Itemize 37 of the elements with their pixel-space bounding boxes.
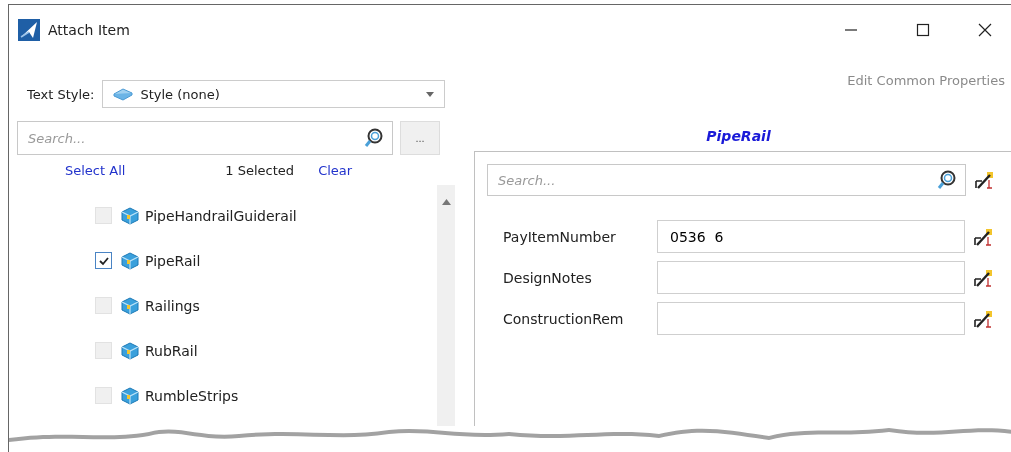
close-icon[interactable]	[978, 23, 992, 37]
cube-icon	[121, 251, 139, 270]
select-all-link[interactable]: Select All	[65, 162, 126, 178]
search-field[interactable]: Search...	[17, 121, 393, 155]
item-label[interactable]: Railings	[145, 297, 200, 314]
item-label[interactable]: PipeHandrailGuiderail	[145, 207, 297, 224]
cube-icon	[121, 386, 139, 405]
cube-icon	[121, 296, 139, 315]
search-field[interactable]: Search...	[487, 164, 966, 196]
scrollbar[interactable]	[437, 185, 455, 426]
field-label: ConstructionRem	[503, 310, 625, 327]
cube-icon	[121, 341, 139, 360]
selected-count: 1 Selected	[225, 162, 295, 178]
input-field[interactable]: 0536 6	[657, 220, 965, 253]
item-label[interactable]: RumbleStrips	[145, 387, 239, 404]
item-label[interactable]: PipeRail	[145, 252, 201, 269]
caret-icon	[426, 91, 435, 97]
pencil-icon[interactable]	[974, 171, 994, 189]
pencil-icon[interactable]	[973, 309, 993, 328]
scroll-up-arrow-icon[interactable]	[441, 199, 451, 205]
more-button[interactable]: ...	[400, 121, 440, 155]
style-icon	[113, 87, 134, 101]
input-field[interactable]	[657, 261, 965, 294]
cube-icon	[121, 206, 139, 225]
input-field[interactable]	[657, 302, 965, 335]
pencil-icon[interactable]	[973, 268, 993, 287]
clear-link[interactable]: Clear	[318, 162, 353, 178]
text-style-dropdown[interactable]: Style (none)	[102, 80, 446, 108]
text-style-label: Text Style:	[27, 86, 95, 102]
window-title: Attach Item	[48, 22, 130, 38]
app-icon	[18, 19, 40, 41]
properties-title: PipeRail	[706, 128, 771, 144]
pencil-icon[interactable]	[973, 227, 993, 246]
field-label: DesignNotes	[503, 269, 593, 286]
maximize-icon[interactable]	[916, 23, 930, 37]
item-label[interactable]: RubRail	[145, 342, 198, 359]
field-label: PayItemNumber	[503, 228, 617, 245]
